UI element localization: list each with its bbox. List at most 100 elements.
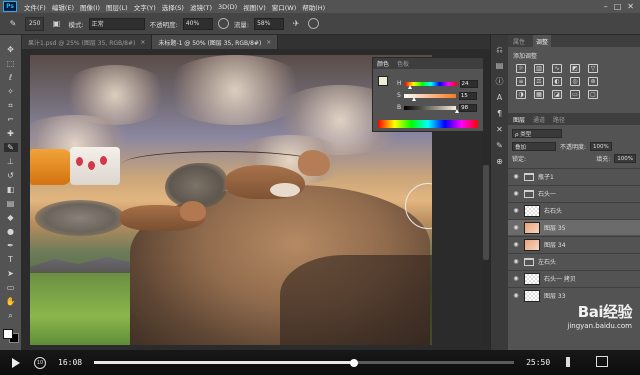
exposure-icon[interactable]: ◩ [570,64,580,73]
lasso-icon[interactable]: ℓ [4,73,18,82]
play-icon[interactable] [12,357,20,368]
opacity-field[interactable]: 40% [182,17,213,30]
visibility-eye-icon[interactable]: ◉ [512,190,520,197]
hand-icon[interactable]: ✋ [4,297,18,306]
layer-row[interactable]: ◉ 石头一 [508,185,640,201]
marquee-icon[interactable]: ⬚ [4,59,18,68]
flow-field[interactable]: 58% [254,17,285,30]
visibility-eye-icon[interactable]: ◉ [512,258,520,265]
layer-row[interactable]: ◉ 右石头 [508,202,640,218]
color-spectrum[interactable] [378,120,478,128]
tab-color[interactable]: 颜色 [377,59,389,68]
menu-help[interactable]: 帮助(H) [299,2,328,12]
gradient-icon[interactable]: ▤ [4,199,18,208]
path-select-icon[interactable]: ➤ [4,269,18,278]
brush-panel-icon[interactable]: ▣ [49,19,63,28]
menu-3d[interactable]: 3D(D) [215,3,240,11]
progress-handle[interactable] [350,358,359,367]
curves-icon[interactable]: ∿ [552,64,562,73]
color-swatches[interactable] [2,329,19,343]
layer-row[interactable]: ◉ 瓶子1 [508,168,640,184]
airbrush-icon[interactable]: ✈ [289,19,303,28]
hue-saturation-icon[interactable]: ≡ [516,77,526,86]
type-icon[interactable]: T [4,255,18,264]
photo-filter-icon[interactable]: ◎ [570,77,580,86]
eyedropper-icon[interactable]: ⌐ [4,115,18,124]
progress-bar[interactable] [94,358,515,367]
brush-size-picker[interactable]: 250 [25,16,45,31]
brightness-icon[interactable]: ☼ [516,64,526,73]
tab-adjustments[interactable]: 调整 [533,35,552,47]
layer-row[interactable]: ◉ 石头一 拷贝 [508,270,640,286]
menu-edit[interactable]: 编辑(E) [49,2,77,12]
layer-row[interactable]: ◉ 图层 34 [508,236,640,252]
slider-knob[interactable] [408,84,413,89]
tab-close-icon[interactable]: × [140,39,145,46]
visibility-eye-icon[interactable]: ◉ [512,224,520,231]
brush-icon[interactable]: ✎ [3,143,18,152]
layer-row[interactable]: ◉ 左石头 [508,253,640,269]
layer-kind-select[interactable]: ρ 类型 [512,129,562,138]
tab-properties[interactable]: 属性 [513,37,525,46]
menu-type[interactable]: 文字(Y) [131,2,159,12]
tab-channels[interactable]: 通道 [533,115,545,124]
tab-juice-psd[interactable]: 果汁1.psd @ 25% (图层 35, RGB/8#) × [22,35,153,49]
hue-track[interactable] [404,81,457,89]
tab-swatches[interactable]: 色板 [397,59,409,68]
volume-icon[interactable] [566,357,576,367]
blend-mode-select[interactable]: 叠加 [512,142,556,151]
saturation-track[interactable] [403,93,456,101]
visibility-eye-icon[interactable]: ◉ [512,207,520,214]
posterize-icon[interactable]: ▦ [534,90,544,99]
menu-view[interactable]: 视图(V) [240,2,269,12]
visibility-eye-icon[interactable]: ◉ [512,173,520,180]
selective-color-icon[interactable]: ▢ [588,90,598,99]
visibility-eye-icon[interactable]: ◉ [512,241,520,248]
fill-field[interactable]: 100% [614,154,636,163]
visibility-eye-icon[interactable]: ◉ [512,292,520,299]
pen-icon[interactable]: ✒ [4,241,18,250]
menu-file[interactable]: 文件(F) [21,2,49,12]
vibrance-icon[interactable]: ▽ [588,64,598,73]
minimize-button[interactable]: – [604,2,608,11]
color-balance-icon[interactable]: ⚖ [534,77,544,86]
menu-filter[interactable]: 滤镜(T) [187,2,215,12]
menu-select[interactable]: 选择(S) [159,2,187,12]
tools-icon[interactable]: ✕ [495,125,505,134]
history-icon[interactable]: ⎌ [495,45,505,54]
layer-row-selected[interactable]: ◉ 图层 35 [508,219,640,235]
brush-settings-icon[interactable]: ✎ [495,141,505,150]
tab-paths[interactable]: 路径 [553,115,565,124]
slider-h[interactable]: H 24 [397,79,483,89]
threshold-icon[interactable]: ◪ [552,90,562,99]
levels-icon[interactable]: ▥ [534,64,544,73]
tab-untitled[interactable]: 未标题-1 @ 50% (图层 35, RGB/8#) × [152,35,279,49]
layer-opacity-field[interactable]: 100% [590,142,612,151]
menu-window[interactable]: 窗口(W) [269,2,300,12]
pressure-size-icon[interactable] [308,18,320,29]
dodge-icon[interactable]: ● [4,227,18,236]
paragraph-icon[interactable]: ¶ [495,109,505,118]
eraser-icon[interactable]: ◧ [4,185,18,194]
properties-icon[interactable]: ▤ [495,61,505,70]
menu-image[interactable]: 图像(I) [77,2,103,12]
foreground-swatch[interactable] [2,329,13,339]
menu-layer[interactable]: 图层(L) [103,2,131,12]
maximize-button[interactable]: □ [614,2,622,11]
visibility-eye-icon[interactable]: ◉ [512,275,520,282]
info-icon[interactable]: ⓘ [495,77,505,86]
scrollbar-thumb[interactable] [483,165,489,260]
fullscreen-icon[interactable] [596,356,608,367]
crop-icon[interactable]: ⌗ [4,101,18,110]
character-icon[interactable]: A [495,93,505,102]
invert-icon[interactable]: ◑ [516,90,526,99]
shape-icon[interactable]: ▭ [4,283,18,292]
slider-value[interactable]: 24 [459,79,478,88]
gradient-map-icon[interactable]: ▭ [570,90,580,99]
slider-value[interactable]: 15 [458,91,477,100]
mode-select[interactable]: 正常 [88,17,145,30]
close-button[interactable]: ✕ [627,2,634,11]
foreground-color[interactable] [378,76,388,86]
slider-knob[interactable] [455,108,460,113]
slider-knob[interactable] [411,96,416,101]
